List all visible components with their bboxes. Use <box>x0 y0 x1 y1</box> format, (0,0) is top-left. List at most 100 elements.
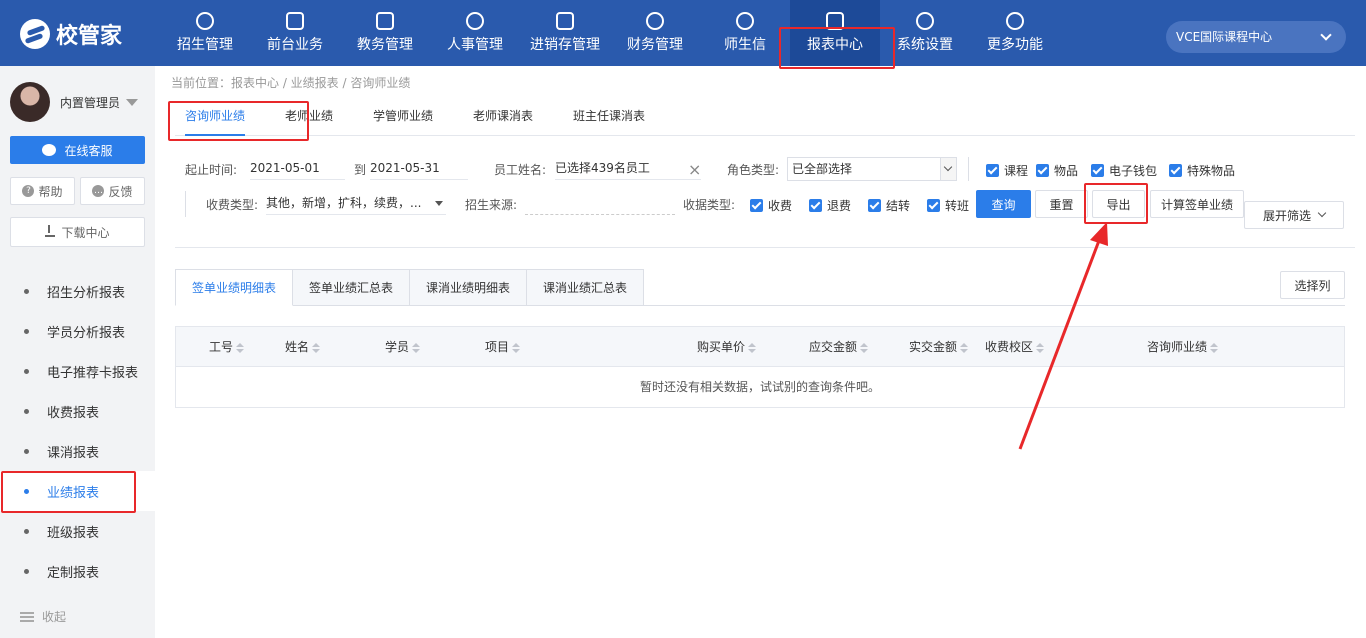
staff-label: 员工姓名: <box>494 163 547 177</box>
tab-consumption-detail[interactable]: 课消业绩明细表 <box>410 269 528 306</box>
tab-signing-detail[interactable]: 签单业绩明细表 <box>175 269 294 306</box>
role-select[interactable]: 已全部选择 <box>787 157 957 181</box>
checkbox-e-wallet[interactable]: 电子钱包 <box>1091 162 1157 179</box>
nav-item-academic[interactable]: 教务管理 <box>340 0 430 66</box>
nav-item-hr[interactable]: 人事管理 <box>430 0 520 66</box>
column-header[interactable]: 咨询师业绩 <box>1147 327 1219 367</box>
campus-selector[interactable]: VCE国际课程中心 <box>1166 21 1346 53</box>
feedback-icon: … <box>92 185 105 197</box>
column-header[interactable]: 收费校区 <box>985 327 1045 367</box>
checkbox-carryover[interactable]: 结转 <box>868 197 910 214</box>
nav-item-more[interactable]: 更多功能 <box>970 0 1060 66</box>
sidebar-item-class-report[interactable]: 班级报表 <box>0 511 155 551</box>
nav-item-inventory[interactable]: 进销存管理 <box>520 0 610 66</box>
sidebar-item-student-analysis[interactable]: 学员分析报表 <box>0 311 155 351</box>
column-header[interactable]: 购买单价 <box>697 327 757 367</box>
table-header: 工号 姓名 学员 项目 购买单价 应交金额 实交金额 收费校区 咨询师业绩 <box>176 327 1344 367</box>
tab-advisor-performance[interactable]: 学管师业绩 <box>373 96 433 136</box>
person-add-icon <box>196 12 214 30</box>
sidebar-item-custom-report[interactable]: 定制报表 <box>0 551 155 591</box>
date-to-input[interactable]: 2021-05-31 <box>370 158 468 180</box>
user-name: 内置管理员 <box>60 95 121 110</box>
monitor-icon <box>286 12 304 30</box>
breadcrumb: 当前位置：报表中心 / 业绩报表 / 咨询师业绩 <box>171 76 411 90</box>
divider <box>175 247 1355 248</box>
date-from-input[interactable]: 2021-05-01 <box>250 158 345 180</box>
nav-item-enrollment[interactable]: 招生管理 <box>160 0 250 66</box>
choose-columns-button[interactable]: 选择列 <box>1280 271 1345 299</box>
sort-icon <box>960 342 969 353</box>
checkbox-special-goods[interactable]: 特殊物品 <box>1169 162 1235 179</box>
logo-icon <box>20 19 50 49</box>
checkbox-checked-icon <box>1169 164 1182 177</box>
nav-item-messages[interactable]: 师生信 <box>700 0 790 66</box>
calc-performance-button[interactable]: 计算签单业绩 <box>1150 190 1244 218</box>
annotation-box-subtab <box>168 101 309 141</box>
main-nav: 招生管理 前台业务 教务管理 人事管理 进销存管理 财务管理 师生信 报表中心 … <box>160 0 1060 66</box>
help-button[interactable]: ? 帮助 <box>10 177 75 205</box>
gear-icon <box>916 12 934 30</box>
checkbox-checked-icon <box>868 199 881 212</box>
reset-button[interactable]: 重置 <box>1035 190 1088 218</box>
checkbox-course[interactable]: 课程 <box>986 162 1028 179</box>
source-input[interactable] <box>525 193 675 215</box>
sort-icon <box>512 342 521 353</box>
staff-input[interactable]: 已选择439名员工 <box>555 158 701 180</box>
tab-signing-summary[interactable]: 签单业绩汇总表 <box>293 269 411 306</box>
expand-filter-button[interactable]: 展开筛选 <box>1244 201 1344 229</box>
column-header[interactable]: 实交金额 <box>909 327 969 367</box>
checkbox-checked-icon <box>750 199 763 212</box>
empty-message: 暂时还没有相关数据，试试别的查询条件吧。 <box>639 380 880 394</box>
divider <box>643 305 1345 306</box>
tab-consumption-summary[interactable]: 课消业绩汇总表 <box>527 269 645 306</box>
tab-headteacher-consumption[interactable]: 班主任课消表 <box>573 96 645 136</box>
user-profile[interactable]: 内置管理员 <box>10 82 139 122</box>
checkbox-goods[interactable]: 物品 <box>1036 162 1078 179</box>
sort-icon <box>1210 342 1219 353</box>
nav-item-finance[interactable]: 财务管理 <box>610 0 700 66</box>
sidebar-item-class-consumption[interactable]: 课消报表 <box>0 431 155 471</box>
checkbox-checked-icon <box>1091 164 1104 177</box>
checkbox-checked-icon <box>1036 164 1049 177</box>
date-to-label: 到 <box>354 163 367 177</box>
performance-table: 工号 姓名 学员 项目 购买单价 应交金额 实交金额 收费校区 咨询师业绩 暂时… <box>175 326 1345 408</box>
online-service-button[interactable]: 在线客服 <box>10 136 145 164</box>
top-navbar: 校管家 招生管理 前台业务 教务管理 人事管理 进销存管理 财务管理 师生信 报… <box>0 0 1366 66</box>
sidebar-item-fee-report[interactable]: 收费报表 <box>0 391 155 431</box>
column-header[interactable]: 应交金额 <box>809 327 869 367</box>
sort-icon <box>236 342 245 353</box>
column-header[interactable]: 学员 <box>385 327 421 367</box>
more-icon <box>1006 12 1024 30</box>
query-button[interactable]: 查询 <box>976 190 1031 218</box>
clear-staff-icon[interactable]: × <box>688 160 701 179</box>
chat-icon <box>42 144 57 156</box>
fee-type-select[interactable]: 其他，新增，扩科，续费，... <box>266 193 446 215</box>
sort-icon <box>748 342 757 353</box>
feedback-button[interactable]: … 反馈 <box>80 177 145 205</box>
sidebar-item-enrollment-analysis[interactable]: 招生分析报表 <box>0 271 155 311</box>
brand-logo[interactable]: 校管家 <box>20 18 122 50</box>
sidebar-item-referral-card[interactable]: 电子推荐卡报表 <box>0 351 155 391</box>
annotation-box-reports-nav <box>779 27 895 69</box>
checkbox-charge[interactable]: 收费 <box>750 197 792 214</box>
fee-type-label: 收费类型: <box>206 198 259 212</box>
date-label: 起止时间: <box>185 163 238 177</box>
column-header[interactable]: 姓名 <box>285 327 321 367</box>
checkbox-refund[interactable]: 退费 <box>809 197 851 214</box>
collapse-button[interactable]: 收起 <box>20 608 66 625</box>
download-icon <box>45 225 56 237</box>
nav-item-front-desk[interactable]: 前台业务 <box>250 0 340 66</box>
caret-down-icon <box>126 98 139 106</box>
column-header[interactable]: 工号 <box>209 327 245 367</box>
sort-icon <box>412 342 421 353</box>
brand-name: 校管家 <box>56 24 123 49</box>
tab-teacher-consumption[interactable]: 老师课消表 <box>473 96 533 136</box>
download-center-button[interactable]: 下载中心 <box>10 217 145 247</box>
checkbox-transfer[interactable]: 转班 <box>927 197 969 214</box>
sort-icon <box>1036 342 1045 353</box>
sub-tabs: 咨询师业绩 老师业绩 学管师业绩 老师课消表 班主任课消表 <box>175 96 1355 136</box>
divider <box>185 191 186 217</box>
sidebar-menu: 招生分析报表 学员分析报表 电子推荐卡报表 收费报表 课消报表 业绩报表 班级报… <box>0 271 155 591</box>
yen-icon <box>646 12 664 30</box>
column-header[interactable]: 项目 <box>485 327 521 367</box>
